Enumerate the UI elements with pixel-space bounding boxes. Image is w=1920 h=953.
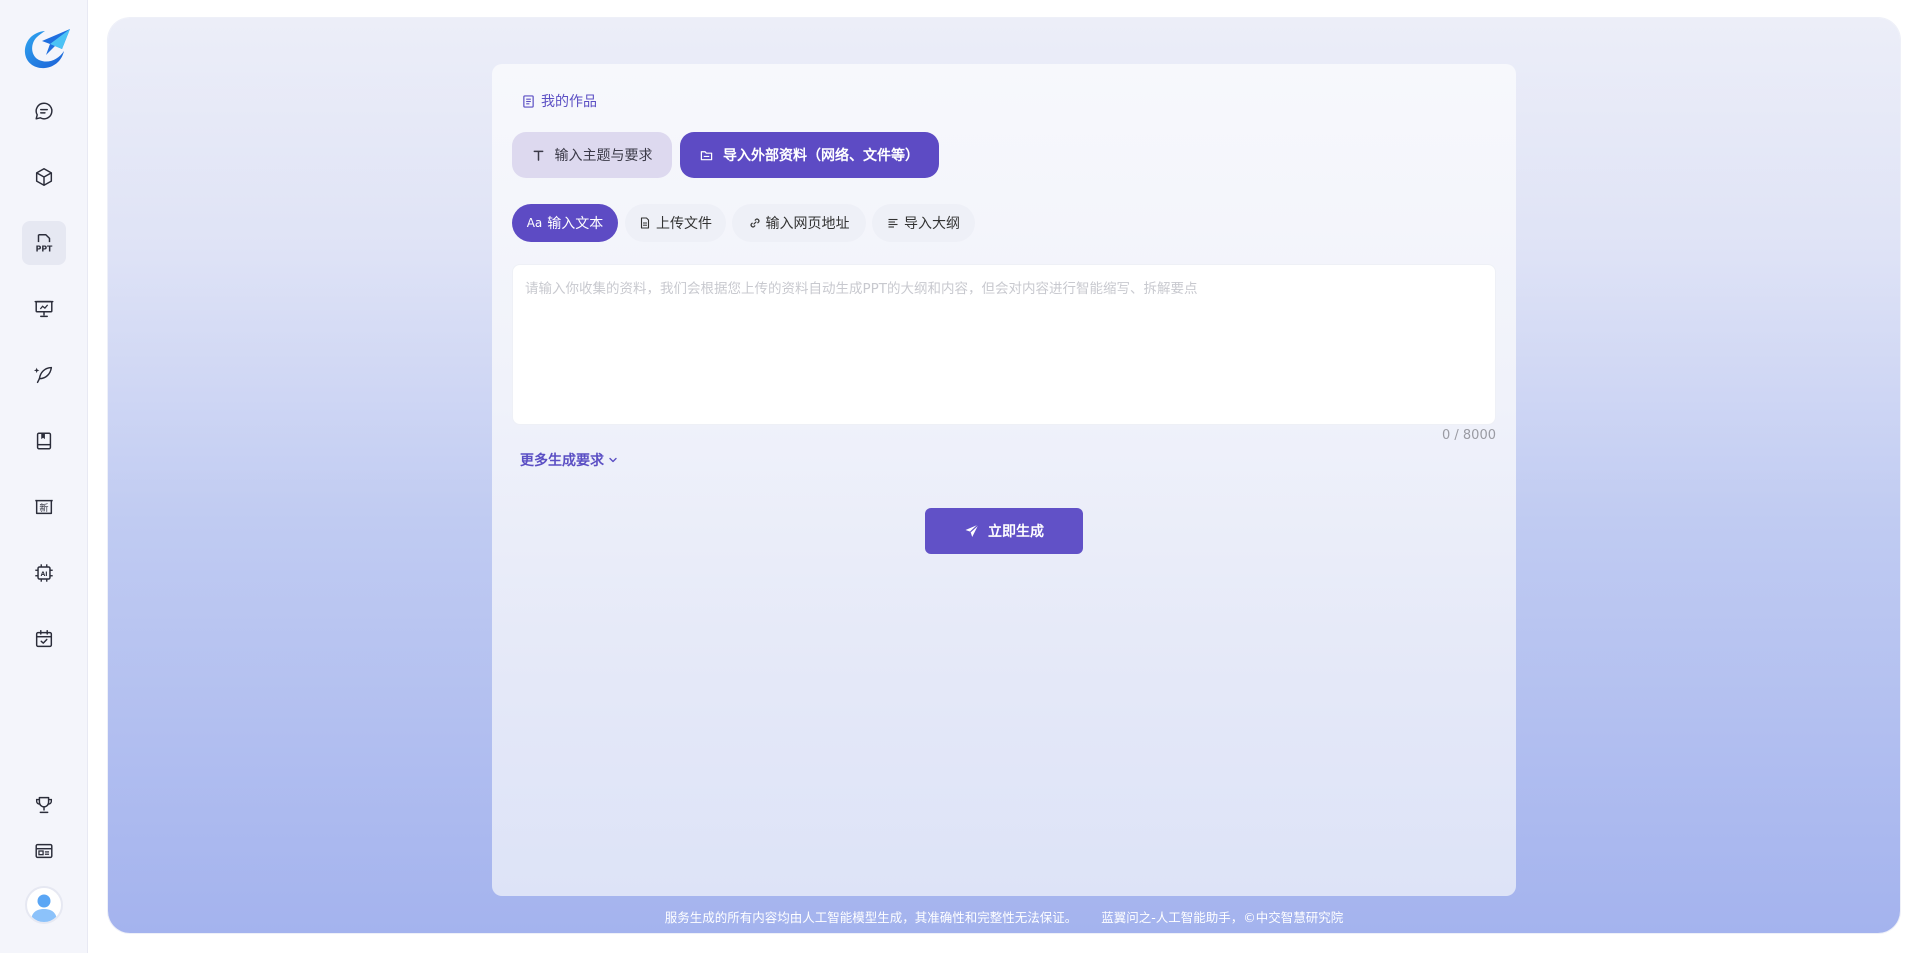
tab-import-external[interactable]: 导入外部资料（网络、文件等）	[680, 132, 939, 178]
outline-list-icon	[888, 218, 898, 228]
subtab-import-outline-label: 导入大纲	[904, 216, 960, 232]
user-avatar-icon	[31, 894, 57, 922]
svg-text:AI: AI	[41, 571, 48, 578]
tab-import-external-label: 导入外部资料（网络、文件等）	[723, 148, 919, 164]
subtab-input-text-label: 输入文本	[547, 216, 604, 232]
material-text-input[interactable]	[512, 264, 1496, 425]
subtab-input-text[interactable]: Aa 输入文本	[512, 204, 618, 242]
link-icon	[749, 218, 760, 228]
layout-window-icon	[35, 843, 53, 859]
sidebar-item-calendar[interactable]	[22, 617, 66, 661]
sidebar-item-ai[interactable]: AI	[22, 551, 66, 595]
app-root: PPT 新 AI 我的作品 输入主题与要求 导入外部资料（网络、文件等） Aa …	[0, 0, 1920, 953]
subtab-upload-file[interactable]: 上传文件	[625, 204, 726, 242]
tab-topic-requirements[interactable]: 输入主题与要求	[512, 132, 672, 178]
book-icon	[36, 432, 52, 450]
char-counter: 0 / 8000	[1442, 428, 1496, 443]
my-works-label: 我的作品	[541, 94, 597, 110]
generate-button-label: 立即生成	[988, 524, 1044, 540]
presentation-board-icon	[34, 300, 54, 318]
calendar-check-icon	[35, 630, 53, 648]
footer-brand: 蓝翼问之-人工智能助手，©中交智慧研究院	[1101, 910, 1344, 925]
text-aa-icon: Aa	[526, 216, 543, 230]
subtab-web-url-label: 输入网页地址	[765, 216, 850, 232]
generate-button[interactable]: 立即生成	[925, 508, 1083, 554]
file-icon	[640, 217, 650, 229]
trophy-icon	[35, 796, 53, 814]
app-logo[interactable]	[22, 27, 72, 71]
folder-icon	[700, 150, 713, 160]
tab-topic-requirements-label: 输入主题与要求	[554, 148, 653, 164]
sidebar-item-book[interactable]	[22, 419, 66, 463]
more-requirements-toggle[interactable]: 更多生成要求	[520, 450, 618, 470]
sidebar-item-chat[interactable]	[22, 89, 66, 133]
main-area: 我的作品 输入主题与要求 导入外部资料（网络、文件等） Aa 输入文本 上传文件…	[108, 18, 1900, 933]
sidebar-item-presentation[interactable]	[22, 287, 66, 331]
chevron-down-icon	[609, 457, 617, 463]
feather-pen-icon	[33, 366, 53, 384]
sidebar-item-cube[interactable]	[22, 155, 66, 199]
subtab-upload-file-label: 上传文件	[656, 216, 712, 232]
sidebar-item-ppt[interactable]: PPT	[22, 221, 66, 265]
footer: 服务生成的所有内容均由人工智能模型生成，其准确性和完整性无法保证。 蓝翼问之-人工…	[108, 907, 1900, 926]
svg-text:PPT: PPT	[36, 244, 53, 253]
svg-text:新: 新	[39, 502, 48, 514]
sidebar-item-writing[interactable]	[22, 353, 66, 397]
ppt-icon: PPT	[36, 234, 53, 253]
my-works-link[interactable]: 我的作品	[522, 91, 597, 111]
sidebar-item-layout[interactable]	[22, 829, 66, 873]
document-icon	[523, 94, 534, 108]
ai-chip-icon: AI	[35, 564, 53, 582]
sidebar-item-trophy[interactable]	[22, 783, 66, 827]
send-plane-icon	[965, 524, 979, 537]
more-requirements-label: 更多生成要求	[520, 453, 604, 469]
user-avatar[interactable]	[25, 886, 63, 924]
chat-bubble-icon	[35, 102, 53, 120]
sidebar-item-news[interactable]: 新	[22, 485, 66, 529]
subtab-web-url[interactable]: 输入网页地址	[732, 204, 866, 242]
footer-disclaimer: 服务生成的所有内容均由人工智能模型生成，其准确性和完整性无法保证。	[664, 910, 1078, 925]
text-t-icon	[533, 150, 543, 161]
sidebar: PPT 新 AI	[0, 0, 88, 953]
cube-icon	[35, 168, 53, 186]
news-icon: 新	[35, 499, 53, 515]
ppt-generator-panel: 我的作品 输入主题与要求 导入外部资料（网络、文件等） Aa 输入文本 上传文件…	[492, 64, 1516, 896]
subtab-import-outline[interactable]: 导入大纲	[872, 204, 975, 242]
